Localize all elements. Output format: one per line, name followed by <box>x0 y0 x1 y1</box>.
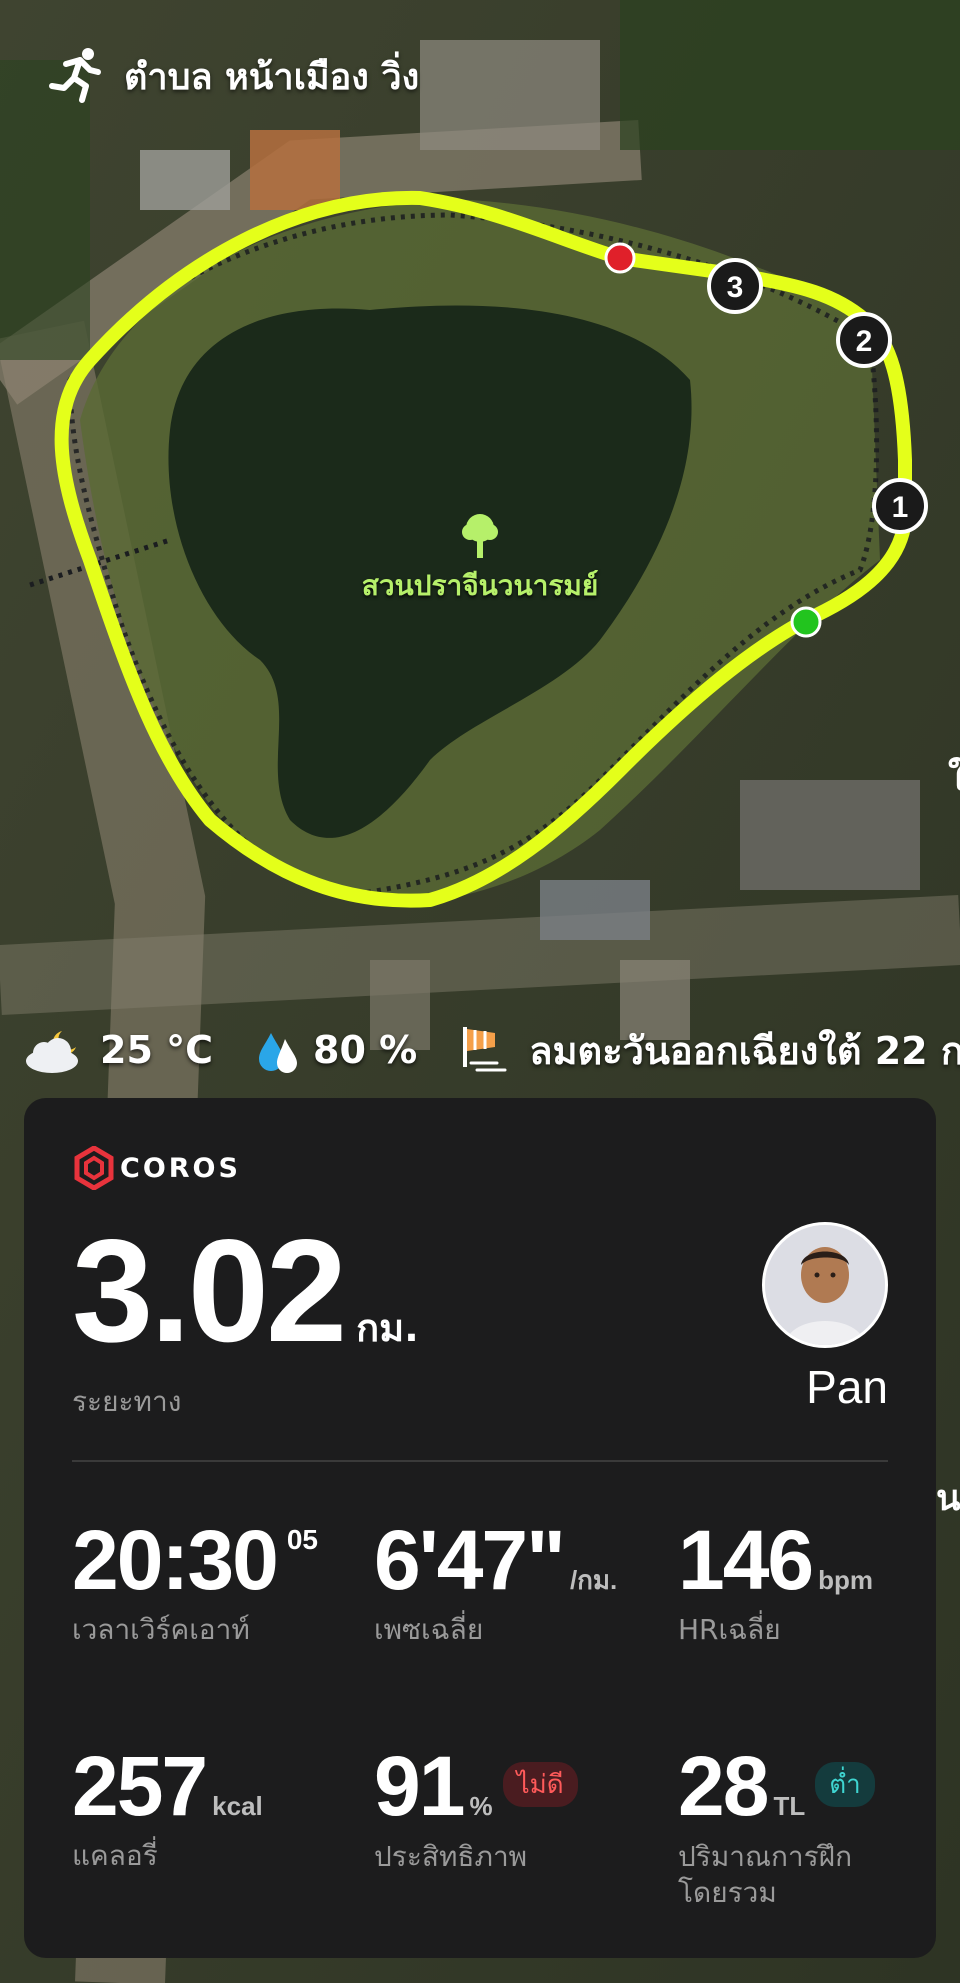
wind-icon <box>463 1027 507 1072</box>
efficiency-value: 91 <box>374 1739 465 1833</box>
start-point <box>790 606 822 638</box>
humidity: 80 % <box>313 1028 418 1072</box>
weather-bar: 25 °C 80 % ลมตะวันออกเฉียงใต้ 22 กม <box>22 1022 960 1078</box>
user-name: Pan <box>806 1361 888 1413</box>
map-edge-label: ใ <box>948 756 960 799</box>
coros-logo-icon <box>74 1146 114 1190</box>
calories-label: แคลอรี่ <box>72 1839 158 1872</box>
workout-time-value: 20:30 <box>72 1513 279 1607</box>
training-load-value: 28 <box>678 1739 769 1833</box>
stat-training-load: 28 TLต่ำ ปริมาณการฝึก โดยรวม <box>678 1744 875 1912</box>
building <box>140 150 230 210</box>
stat-avg-hr: 146 bpm HRเฉลี่ย <box>678 1518 873 1648</box>
cloudy-night-icon <box>26 1031 78 1073</box>
activity-title: ตำบล หน้าเมือง วิ่ง <box>46 44 419 108</box>
stat-efficiency: 91 %ไม่ดี ประสิทธิภาพ <box>374 1744 578 1875</box>
avatar[interactable] <box>762 1222 888 1348</box>
training-load-unit: TL <box>773 1791 806 1821</box>
avg-pace-unit: /กม. <box>569 1565 618 1595</box>
distance-value: 3.02 <box>72 1209 347 1372</box>
stat-workout-time: 20:30 05 เวลาเวิร์คเอาท์ <box>72 1518 318 1648</box>
end-point <box>604 242 636 274</box>
km-marker-2: 2 <box>836 312 892 368</box>
workout-time-seconds: 05 <box>286 1524 318 1555</box>
humidity-icon <box>259 1033 297 1073</box>
trees <box>620 0 960 150</box>
activity-summary-card: COROS 3.02 กม. ระยะทาง Pan 20:30 05 เวลาเว… <box>24 1098 936 1958</box>
efficiency-status-badge: ไม่ดี <box>502 1762 578 1807</box>
temperature: 25 °C <box>100 1028 213 1072</box>
calories-value: 257 <box>72 1739 208 1833</box>
training-load-label: ปริมาณการฝึก โดยรวม <box>678 1840 853 1910</box>
brand-logo: COROS <box>74 1146 241 1190</box>
avatar-photo <box>765 1225 885 1345</box>
workout-time-label: เวลาเวิร์คเอาท์ <box>72 1613 250 1646</box>
avg-pace-value: 6'47" <box>374 1513 566 1607</box>
park-label: สวนปราจีนวนารมย์ <box>330 512 630 608</box>
avg-hr-unit: bpm <box>818 1565 874 1595</box>
avg-hr-label: HRเฉลี่ย <box>678 1613 781 1646</box>
efficiency-unit: % <box>469 1791 493 1821</box>
training-load-status-badge: ต่ำ <box>815 1762 875 1807</box>
efficiency-label: ประสิทธิภาพ <box>374 1840 528 1873</box>
stat-calories: 257 kcal แคลอรี่ <box>72 1744 263 1874</box>
svg-text:3: 3 <box>727 271 744 304</box>
divider <box>72 1460 888 1462</box>
stat-avg-pace: 6'47"/กม. เพซเฉลี่ย <box>374 1518 617 1648</box>
distance: 3.02 กม. <box>72 1218 419 1364</box>
building <box>740 780 920 890</box>
brand-wordmark: COROS <box>120 1152 241 1184</box>
activity-title-text: ตำบล หน้าเมือง วิ่ง <box>124 56 420 98</box>
wind: ลมตะวันออกเฉียงใต้ 22 กม <box>529 1028 960 1073</box>
avg-pace-label: เพซเฉลี่ย <box>374 1613 484 1646</box>
km-marker-3: 3 <box>707 258 763 314</box>
distance-unit: กม. <box>356 1306 419 1350</box>
svg-text:1: 1 <box>892 491 909 524</box>
map-edge-label: น <box>936 1478 960 1519</box>
distance-label: ระยะทาง <box>72 1385 182 1418</box>
calories-unit: kcal <box>212 1791 263 1821</box>
avg-hr-value: 146 <box>678 1513 814 1607</box>
building <box>540 880 650 940</box>
park-name: สวนปราจีนวนารมย์ <box>361 569 599 602</box>
running-icon <box>49 48 101 103</box>
km-marker-1: 1 <box>872 478 928 534</box>
building <box>250 130 340 210</box>
road <box>0 895 960 1015</box>
building <box>420 40 600 150</box>
svg-text:2: 2 <box>856 325 873 358</box>
